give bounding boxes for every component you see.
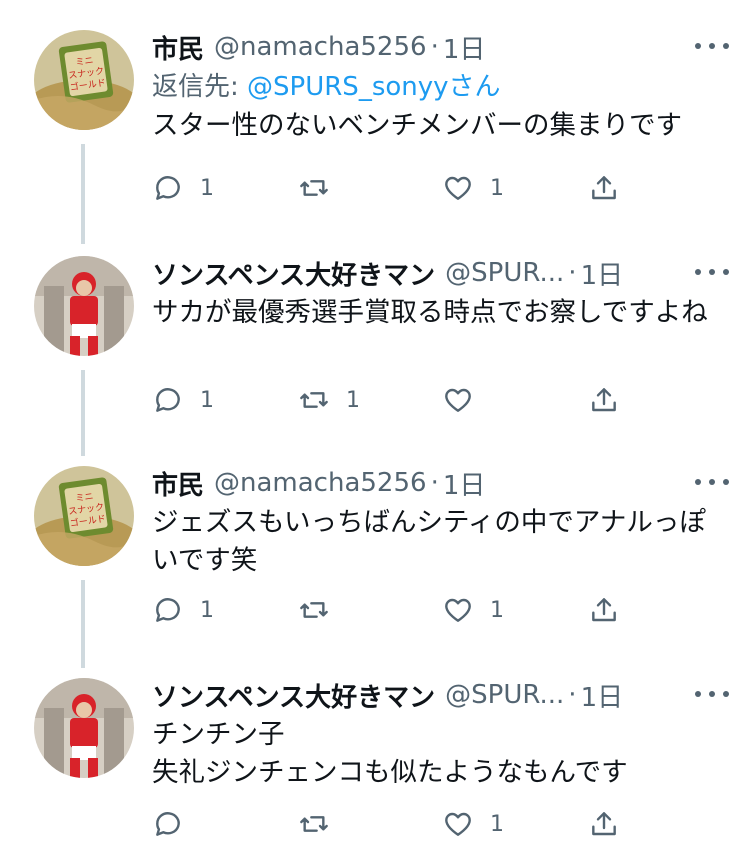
thread-line (81, 370, 85, 456)
share-button[interactable] (588, 382, 620, 418)
tweet-text-line: チンチン子 (152, 719, 285, 750)
author-name[interactable]: ソンスペンス大好きマン (152, 255, 435, 292)
thread-line (81, 144, 85, 244)
avatar-image: ミニ スナック ゴールド (34, 30, 134, 130)
like-button[interactable]: 1 (442, 806, 504, 842)
reply-button[interactable]: 1 (152, 382, 214, 418)
retweet-button[interactable] (298, 592, 346, 628)
retweet-icon (300, 392, 328, 408)
like-count: 1 (490, 175, 504, 201)
avatar-image: ミニ スナック ゴールド (34, 466, 134, 566)
reply-prefix: 返信先: (152, 72, 239, 102)
reply-context: 返信先: @SPURS_sonyyさん (152, 66, 729, 103)
author-handle[interactable]: @SPUR... (445, 680, 564, 710)
separator-dot: · (430, 32, 439, 62)
reply-count: 1 (200, 387, 214, 413)
author-name[interactable]: 市民 (152, 465, 204, 502)
timestamp[interactable]: 1日 (581, 255, 624, 292)
reply-icon (156, 598, 180, 622)
heart-icon (445, 812, 471, 836)
timestamp[interactable]: 1日 (443, 29, 486, 66)
heart-icon (445, 176, 471, 200)
share-button[interactable] (588, 170, 620, 206)
reply-button[interactable]: 1 (152, 592, 214, 628)
separator-dot: · (430, 468, 439, 498)
avatar[interactable]: ミニ スナック ゴールド (34, 466, 134, 566)
tweet-text: チンチン子 失礼ジンチェンコも似たようなもんです (152, 716, 717, 792)
tweet-text: サカが最優秀選手賞取る時点でお察しですよね (152, 297, 708, 328)
share-icon (592, 388, 616, 412)
author-name[interactable]: 市民 (152, 29, 204, 66)
more-options-icon[interactable] (695, 34, 729, 58)
share-icon (592, 598, 616, 622)
reply-suffix: さん (448, 72, 501, 102)
avatar[interactable] (34, 256, 134, 356)
author-handle[interactable]: @namacha5256 (214, 32, 427, 62)
timestamp[interactable]: 1日 (443, 465, 486, 502)
avatar[interactable]: ミニ スナック ゴールド (34, 30, 134, 130)
share-icon (592, 812, 616, 836)
reply-icon (156, 812, 180, 836)
more-options-icon[interactable] (695, 260, 729, 284)
like-count: 1 (490, 597, 504, 623)
retweet-button[interactable] (298, 806, 346, 842)
like-button[interactable] (442, 382, 490, 418)
share-icon (592, 176, 616, 200)
tweet-text: ジェズスもいっちばんシティの中でアナルっぽいです笑 (152, 507, 706, 576)
author-handle[interactable]: @SPUR... (445, 258, 564, 288)
separator-dot: · (568, 680, 577, 710)
reply-count: 1 (200, 175, 214, 201)
reply-handle-link[interactable]: @SPURS_sonyy (247, 72, 449, 102)
retweet-icon (300, 602, 328, 618)
retweet-button[interactable]: 1 (298, 382, 360, 418)
retweet-count: 1 (346, 387, 360, 413)
avatar-image (34, 256, 134, 356)
thread-line (81, 580, 85, 668)
retweet-icon (300, 816, 328, 832)
reply-button[interactable]: 1 (152, 170, 214, 206)
reply-icon (156, 176, 180, 200)
tweet-text-line: 失礼ジンチェンコも似たようなもんです (152, 757, 628, 788)
retweet-button[interactable] (298, 170, 346, 206)
reply-icon (156, 388, 180, 412)
tweet-text: スター性のないベンチメンバーの集まりです (152, 110, 682, 141)
author-name[interactable]: ソンスペンス大好きマン (152, 677, 435, 714)
reply-button[interactable] (152, 806, 200, 842)
like-button[interactable]: 1 (442, 170, 504, 206)
separator-dot: · (568, 258, 577, 288)
avatar-image (34, 678, 134, 778)
author-handle[interactable]: @namacha5256 (214, 468, 427, 498)
like-count: 1 (490, 811, 504, 837)
share-button[interactable] (588, 806, 620, 842)
retweet-icon (300, 180, 328, 196)
reply-count: 1 (200, 597, 214, 623)
more-options-icon[interactable] (695, 682, 729, 706)
more-options-icon[interactable] (695, 470, 729, 494)
heart-icon (445, 388, 471, 412)
share-button[interactable] (588, 592, 620, 628)
like-button[interactable]: 1 (442, 592, 504, 628)
timestamp[interactable]: 1日 (581, 677, 624, 714)
avatar[interactable] (34, 678, 134, 778)
heart-icon (445, 598, 471, 622)
